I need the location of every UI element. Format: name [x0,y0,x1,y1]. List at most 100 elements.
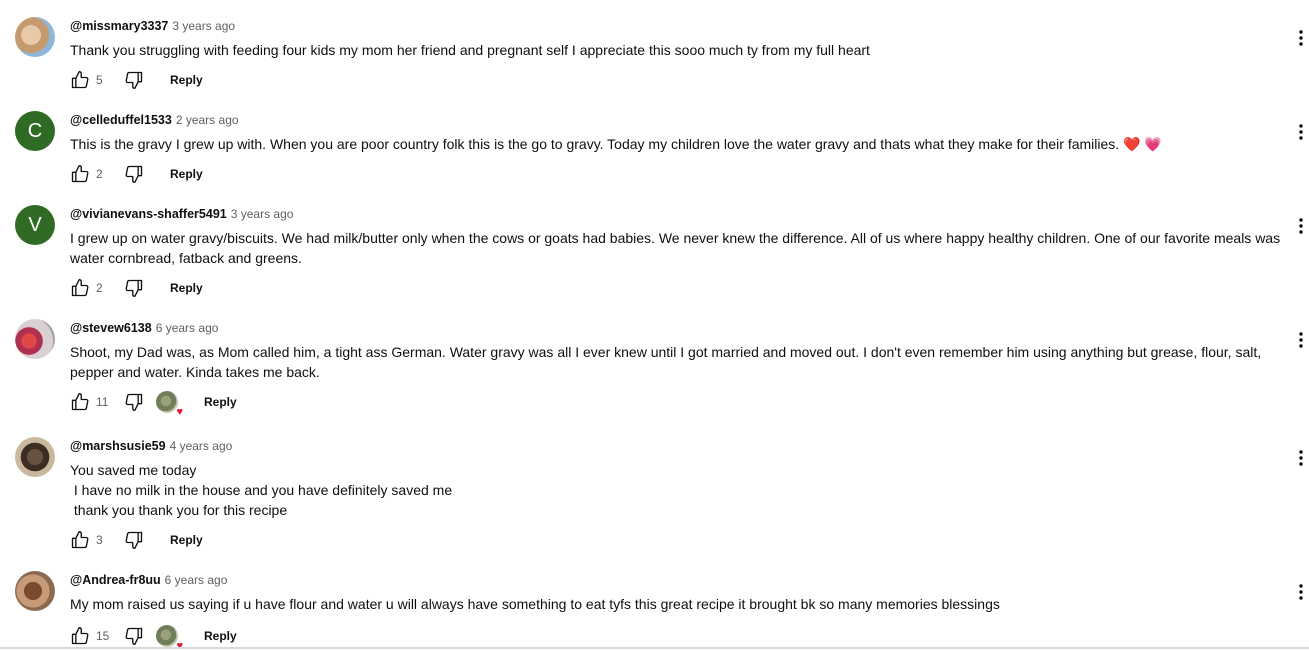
comment-actions: 3 Reply [70,530,211,550]
more-vert-icon [1299,30,1303,46]
thumbs-down-icon [125,279,143,297]
reply-button[interactable]: Reply [162,69,211,91]
more-vert-icon [1299,584,1303,600]
thumbs-down-icon [125,165,143,183]
pink-heart-emoji: 💗 [1144,136,1162,152]
heart-icon: ♥ [176,406,183,418]
like-count: 5 [96,73,103,87]
dislike-button[interactable] [124,392,144,412]
thumbs-down-icon [125,393,143,411]
comment-actions: 5 Reply [70,70,211,90]
heart-icon: ♥ [176,640,183,651]
comment-header: @vivianevans-shaffer5491 3 years ago [70,207,293,223]
comment-text: This is the gravy I grew up with. When y… [70,136,1120,152]
comment-time[interactable]: 3 years ago [231,207,294,221]
action-menu-button[interactable] [1295,446,1307,470]
action-menu-button[interactable] [1295,580,1307,604]
like-count: 2 [96,281,103,295]
comment-author[interactable]: @vivianevans-shaffer5491 [70,207,227,221]
comment-time[interactable]: 6 years ago [156,321,219,335]
creator-heart-badge: ♥ [156,391,183,418]
comment-author[interactable]: @marshsusie59 [70,439,166,453]
divider [0,647,1309,649]
avatar[interactable] [15,319,55,359]
creator-heart-badge: ♥ [156,625,183,651]
like-button[interactable] [70,278,90,298]
comment-thread: C @celleduffel1533 2 years ago This is t… [0,94,1309,188]
reply-button[interactable]: Reply [162,529,211,551]
like-button[interactable] [70,70,90,90]
more-vert-icon [1299,332,1303,348]
thumbs-down-icon [125,627,143,645]
comment-time[interactable]: 6 years ago [165,573,228,587]
dislike-button[interactable] [124,530,144,550]
comment-body: This is the gravy I grew up with. When y… [70,134,1290,154]
like-button[interactable] [70,530,90,550]
avatar-letter: C [27,119,43,142]
comment-thread: @Andrea-fr8uu 6 years ago My mom raised … [0,554,1309,651]
comment-header: @marshsusie59 4 years ago [70,439,232,455]
thumbs-down-icon [125,71,143,90]
comment-header: @missmary3337 3 years ago [70,19,235,35]
comment-text: My mom raised us saying if u have flour … [70,596,1000,612]
dislike-button[interactable] [124,626,144,646]
red-heart-emoji: ❤️ [1123,136,1141,152]
comments-section: @missmary3337 3 years ago Thank you stru… [0,0,1309,651]
comment-text: You saved me today I have no milk in the… [70,462,453,518]
thumbs-up-icon [71,279,89,297]
comment-author[interactable]: @Andrea-fr8uu [70,573,161,587]
comment-text: I grew up on water gravy/biscuits. We ha… [70,230,1284,266]
action-menu-button[interactable] [1295,26,1307,50]
comment-time[interactable]: 4 years ago [170,439,233,453]
avatar[interactable]: V [15,205,55,245]
comment-header: @stevew6138 6 years ago [70,321,218,337]
like-button[interactable] [70,392,90,412]
like-button[interactable] [70,626,90,646]
comment-text: Shoot, my Dad was, as Mom called him, a … [70,344,1266,380]
dislike-button[interactable] [124,70,144,90]
reply-button[interactable]: Reply [162,163,211,185]
avatar[interactable]: C [15,111,55,151]
avatar[interactable] [15,437,55,477]
comment-thread: @missmary3337 3 years ago Thank you stru… [0,0,1309,94]
comment-header: @celleduffel1533 2 years ago [70,113,239,129]
comment-actions: 2 Reply [70,164,211,184]
comment-author[interactable]: @missmary3337 [70,19,168,33]
avatar[interactable] [15,571,55,611]
comment-actions: 2 Reply [70,278,211,298]
more-vert-icon [1299,124,1303,140]
like-count: 15 [96,629,110,643]
comment-actions: 15 ♥ Reply [70,625,245,651]
action-menu-button[interactable] [1295,120,1307,144]
comment-author[interactable]: @stevew6138 [70,321,152,335]
thumbs-up-icon [71,531,89,549]
comment-thread: V @vivianevans-shaffer5491 3 years ago I… [0,188,1309,302]
more-vert-icon [1299,450,1303,466]
comment-thread: @marshsusie59 4 years ago You saved me t… [0,420,1309,556]
comment-time[interactable]: 2 years ago [176,113,239,127]
dislike-button[interactable] [124,164,144,184]
avatar-letter: V [28,213,42,236]
thumbs-up-icon [71,165,89,183]
like-count: 11 [96,395,109,409]
action-menu-button[interactable] [1295,328,1307,352]
dislike-button[interactable] [124,278,144,298]
like-count: 3 [96,533,103,547]
thumbs-down-icon [125,531,143,549]
thumbs-up-icon [71,393,89,411]
thumbs-up-icon [71,71,89,89]
avatar[interactable] [15,17,55,57]
like-button[interactable] [70,164,90,184]
comment-thread: @stevew6138 6 years ago Shoot, my Dad wa… [0,302,1309,420]
reply-button[interactable]: Reply [162,277,211,299]
reply-button[interactable]: Reply [196,391,245,413]
more-vert-icon [1299,218,1303,234]
thumbs-up-icon [71,627,89,645]
reply-button[interactable]: Reply [196,625,245,647]
action-menu-button[interactable] [1295,214,1307,238]
comment-actions: 11 ♥ Reply [70,391,245,418]
comment-author[interactable]: @celleduffel1533 [70,113,172,127]
comment-header: @Andrea-fr8uu 6 years ago [70,573,227,589]
like-count: 2 [96,167,103,181]
comment-time[interactable]: 3 years ago [172,19,235,33]
